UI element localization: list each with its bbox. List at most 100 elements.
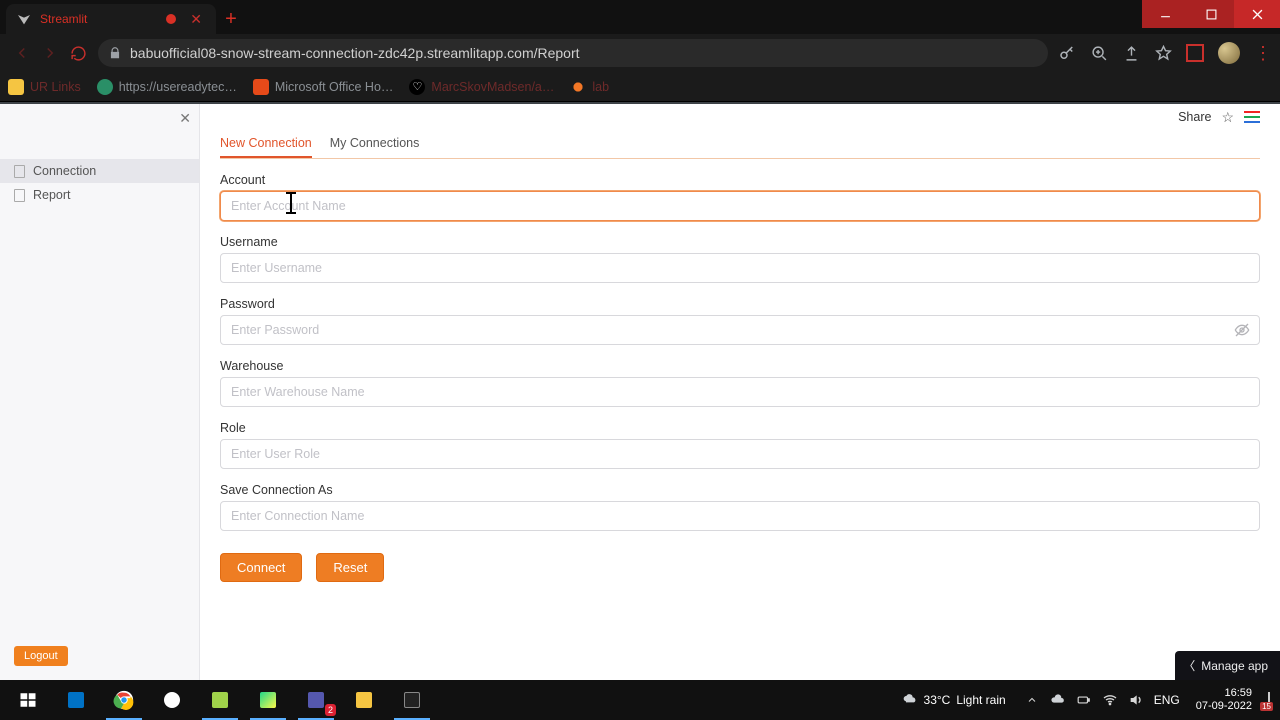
address-text: babuofficial08-snow-stream-connection-zd…	[130, 45, 580, 61]
sidebar-item-report[interactable]: Report	[0, 183, 199, 207]
extensions-icon[interactable]	[1186, 44, 1204, 62]
github-icon: ♡	[409, 79, 425, 95]
tray-chevron-up-icon[interactable]	[1024, 692, 1040, 708]
bookmark-ms-office[interactable]: Microsoft Office Ho…	[253, 79, 394, 95]
battery-icon[interactable]	[1076, 692, 1092, 708]
window-controls	[1142, 0, 1280, 28]
new-tab-button[interactable]: +	[216, 4, 246, 34]
bookmark-ur-links[interactable]: UR Links	[8, 79, 81, 95]
weather-temp: 33°C	[924, 693, 951, 707]
browser-menu-button[interactable]: ⋮	[1254, 44, 1272, 62]
page-icon	[14, 189, 25, 202]
onedrive-icon[interactable]	[1050, 692, 1066, 708]
clock[interactable]: 16:59 07-09-2022	[1196, 687, 1252, 713]
streamlit-header: Share ☆	[220, 104, 1260, 130]
password-input[interactable]	[220, 315, 1260, 345]
password-label: Password	[220, 297, 1260, 311]
forward-button[interactable]	[36, 39, 64, 67]
password-key-icon[interactable]	[1058, 44, 1076, 62]
tab-title: Streamlit	[40, 12, 166, 26]
taskbar-pycharm[interactable]	[244, 680, 292, 720]
username-input[interactable]	[220, 253, 1260, 283]
lock-icon	[108, 46, 122, 60]
address-bar[interactable]: babuofficial08-snow-stream-connection-zd…	[98, 39, 1048, 67]
zoom-icon[interactable]	[1090, 44, 1108, 62]
bookmark-github-repo[interactable]: ♡ MarcSkovMadsen/a…	[409, 79, 554, 95]
bookmark-lab[interactable]: lab	[570, 79, 609, 95]
toolbar-actions: ⋮	[1058, 42, 1272, 64]
sidebar-close-button[interactable]: ✕	[179, 110, 191, 127]
tab-my-connections[interactable]: My Connections	[330, 130, 420, 158]
language-indicator[interactable]: ENG	[1154, 693, 1180, 707]
notification-count: 15	[1260, 702, 1273, 711]
weather-widget[interactable]: 33°C Light rain	[902, 692, 1006, 708]
taskbar-cmd[interactable]	[388, 680, 436, 720]
weather-desc: Light rain	[956, 693, 1005, 707]
window-maximize-button[interactable]	[1188, 0, 1234, 28]
reset-button[interactable]: Reset	[316, 553, 384, 582]
toggle-password-visibility-icon[interactable]	[1234, 322, 1250, 343]
text-cursor-icon	[290, 192, 292, 214]
account-input[interactable]	[220, 191, 1260, 221]
clock-date: 07-09-2022	[1196, 700, 1252, 713]
share-button[interactable]: Share	[1178, 110, 1211, 124]
start-button[interactable]	[4, 680, 52, 720]
tab-close-button[interactable]: ✕	[186, 11, 206, 28]
window-minimize-button[interactable]	[1142, 0, 1188, 28]
folder-icon	[8, 79, 24, 95]
sidebar-nav: Connection Report	[0, 159, 199, 207]
bookmark-usereadytec[interactable]: https://usereadytec…	[97, 79, 237, 95]
share-link-icon[interactable]	[1122, 44, 1140, 62]
favorite-star-icon[interactable]: ☆	[1221, 109, 1234, 126]
notification-icon: 15	[1268, 692, 1270, 708]
taskbar-chrome[interactable]	[100, 680, 148, 720]
warehouse-input[interactable]	[220, 377, 1260, 407]
main-panel: Share ☆ New Connection My Connections Ac…	[200, 104, 1280, 680]
sidebar: ✕ Connection Report Logout	[0, 104, 200, 680]
connect-button[interactable]: Connect	[220, 553, 302, 582]
streamlit-app: ✕ Connection Report Logout Share ☆ New C…	[0, 102, 1280, 680]
sidebar-item-label: Connection	[33, 164, 96, 178]
logout-button[interactable]: Logout	[14, 646, 68, 666]
profile-avatar[interactable]	[1218, 42, 1240, 64]
manage-app-label: Manage app	[1201, 659, 1268, 673]
back-button[interactable]	[8, 39, 36, 67]
account-input-wrap	[220, 191, 1260, 221]
sidebar-item-connection[interactable]: Connection	[0, 159, 199, 183]
save-as-input[interactable]	[220, 501, 1260, 531]
chevron-left-icon: 〈	[1183, 657, 1195, 674]
taskbar-app1[interactable]	[148, 680, 196, 720]
site-icon	[97, 79, 113, 95]
role-input[interactable]	[220, 439, 1260, 469]
role-label: Role	[220, 421, 1260, 435]
page-icon	[14, 165, 25, 178]
manage-app-button[interactable]: 〈 Manage app	[1175, 651, 1280, 680]
account-label: Account	[220, 173, 1260, 187]
tab-new-connection[interactable]: New Connection	[220, 130, 312, 158]
browser-titlebar: Streamlit ✕ +	[0, 0, 1280, 34]
bookmark-star-icon[interactable]	[1154, 44, 1172, 62]
connection-tabs: New Connection My Connections	[220, 130, 1260, 159]
clock-time: 16:59	[1196, 687, 1252, 700]
taskbar-notepadpp[interactable]	[196, 680, 244, 720]
weather-icon	[902, 692, 918, 708]
taskbar-teams[interactable]: 2	[292, 680, 340, 720]
windows-taskbar: 2 33°C Light rain ENG 16:59 07-09-2022 1…	[0, 680, 1280, 720]
reload-button[interactable]	[64, 39, 92, 67]
taskbar-outlook[interactable]	[52, 680, 100, 720]
username-label: Username	[220, 235, 1260, 249]
browser-tab[interactable]: Streamlit ✕	[6, 4, 216, 34]
jupyter-icon	[570, 79, 586, 95]
streamlit-menu-button[interactable]	[1244, 111, 1260, 123]
window-close-button[interactable]	[1234, 0, 1280, 28]
office-icon	[253, 79, 269, 95]
streamlit-favicon-icon	[16, 11, 32, 27]
volume-icon[interactable]	[1128, 692, 1144, 708]
save-as-label: Save Connection As	[220, 483, 1260, 497]
system-tray: 33°C Light rain ENG 16:59 07-09-2022 15	[902, 687, 1276, 713]
wifi-icon[interactable]	[1102, 692, 1118, 708]
sidebar-item-label: Report	[33, 188, 71, 202]
bookmarks-bar: UR Links https://usereadytec… Microsoft …	[0, 72, 1280, 102]
taskbar-explorer[interactable]	[340, 680, 388, 720]
notifications-button[interactable]: 15	[1268, 693, 1270, 707]
